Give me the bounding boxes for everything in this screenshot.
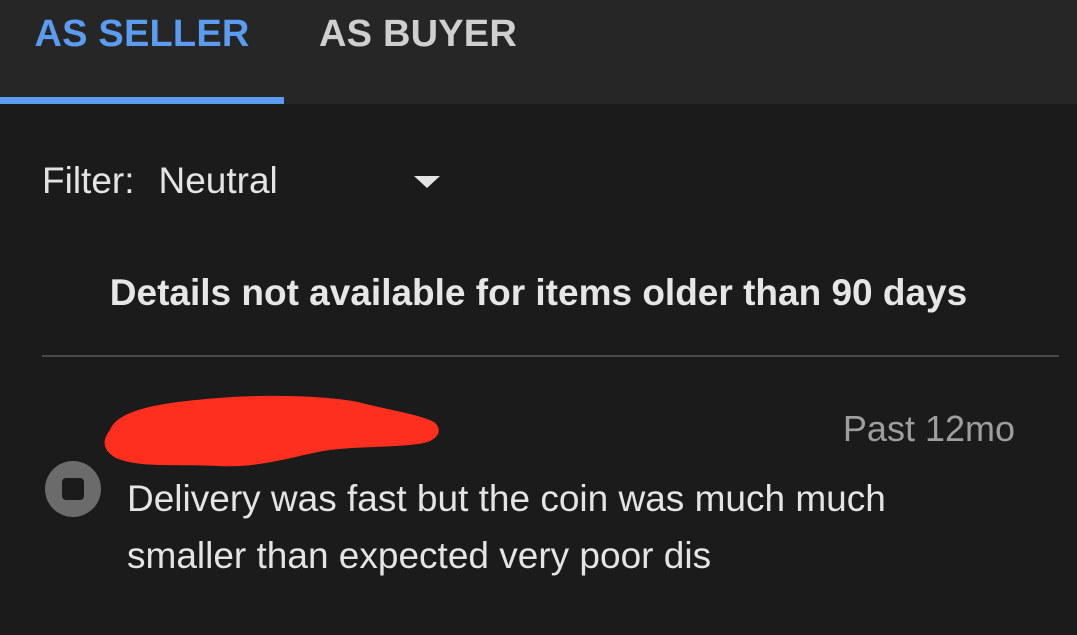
tab-as-seller-label: AS SELLER	[34, 12, 250, 55]
tab-bar: AS SELLER AS BUYER	[0, 0, 1077, 104]
caret-down-icon	[414, 176, 440, 188]
tab-as-buyer[interactable]: AS BUYER	[284, 0, 552, 104]
divider	[42, 355, 1059, 357]
feedback-screen: AS SELLER AS BUYER Filter: Neutral Detai…	[0, 0, 1077, 635]
filter-label: Filter:	[42, 160, 135, 201]
tab-as-seller[interactable]: AS SELLER	[0, 0, 284, 104]
feedback-comment-line-2: smaller than expected very poor dis	[127, 535, 712, 576]
feedback-comment-line-1: Delivery was fast but the coin was much …	[127, 478, 886, 519]
feedback-time: Past 12mo	[842, 408, 1015, 449]
filter-dropdown[interactable]: Filter: Neutral	[42, 152, 462, 210]
feedback-comment: Delivery was fast but the coin was much …	[127, 470, 1027, 584]
active-tab-indicator	[0, 97, 284, 104]
filter-value: Neutral	[158, 160, 278, 201]
neutral-rating-square	[62, 478, 84, 500]
details-notice: Details not available for items older th…	[109, 272, 968, 313]
neutral-rating-icon	[45, 461, 101, 517]
redaction-mark	[104, 395, 439, 467]
tab-as-buyer-label: AS BUYER	[319, 12, 517, 55]
